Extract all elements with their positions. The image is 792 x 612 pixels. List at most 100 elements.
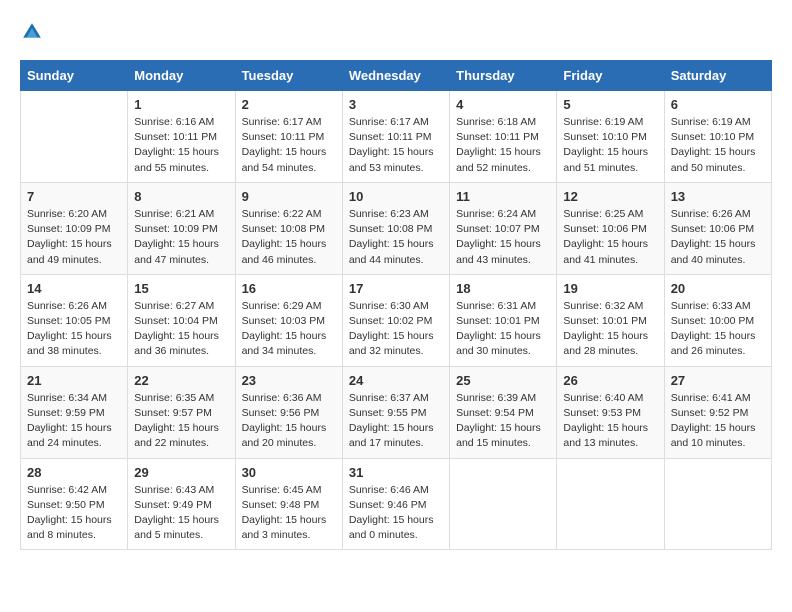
calendar-cell [557, 458, 664, 550]
day-info: Sunrise: 6:41 AM Sunset: 9:52 PM Dayligh… [671, 391, 765, 452]
day-number: 5 [563, 97, 657, 112]
day-number: 6 [671, 97, 765, 112]
calendar-cell: 6Sunrise: 6:19 AM Sunset: 10:10 PM Dayli… [664, 91, 771, 183]
calendar-cell [450, 458, 557, 550]
calendar-cell: 12Sunrise: 6:25 AM Sunset: 10:06 PM Dayl… [557, 182, 664, 274]
day-info: Sunrise: 6:29 AM Sunset: 10:03 PM Daylig… [242, 299, 336, 360]
day-number: 24 [349, 373, 443, 388]
day-info: Sunrise: 6:30 AM Sunset: 10:02 PM Daylig… [349, 299, 443, 360]
weekday-header-sunday: Sunday [21, 61, 128, 91]
day-number: 8 [134, 189, 228, 204]
day-number: 22 [134, 373, 228, 388]
day-number: 25 [456, 373, 550, 388]
weekday-header-row: SundayMondayTuesdayWednesdayThursdayFrid… [21, 61, 772, 91]
day-number: 16 [242, 281, 336, 296]
calendar-cell: 30 Sunrise: 6:45 AM Sunset: 9:48 PM Dayli… [235, 458, 342, 550]
day-info: Sunrise: 6:36 AM Sunset: 9:56 PM Dayligh… [242, 391, 336, 452]
calendar-cell: 8 Sunrise: 6:21 AM Sunset: 10:09 PM Dayli… [128, 182, 235, 274]
calendar-cell: 25 Sunrise: 6:39 AM Sunset: 9:54 PM Dayli… [450, 366, 557, 458]
day-info: Sunrise: 6:45 AM Sunset: 9:48 PM Dayligh… [242, 483, 336, 544]
day-info: Sunrise: 6:18 AM Sunset: 10:11 PM Daylig… [456, 115, 550, 176]
day-info: Sunrise: 6:19 AM Sunset: 10:10 PM Daylig… [563, 115, 657, 176]
day-number: 18 [456, 281, 550, 296]
calendar-cell [21, 91, 128, 183]
day-number: 21 [27, 373, 121, 388]
calendar-cell: 10 Sunrise: 6:23 AM Sunset: 10:08 PM Dayl… [342, 182, 449, 274]
calendar-cell: 18 Sunrise: 6:31 AM Sunset: 10:01 PM Dayl… [450, 274, 557, 366]
calendar-cell: 22 Sunrise: 6:35 AM Sunset: 9:57 PM Dayli… [128, 366, 235, 458]
day-number: 7 [27, 189, 121, 204]
calendar-cell: 3 Sunrise: 6:17 AM Sunset: 10:11 PM Dayli… [342, 91, 449, 183]
logo [20, 20, 48, 44]
day-number: 15 [134, 281, 228, 296]
day-info: Sunrise: 6:20 AM Sunset: 10:09 PM Daylig… [27, 207, 121, 268]
day-info: Sunrise: 6:26 AM Sunset: 10:05 PM Daylig… [27, 299, 121, 360]
calendar-cell: 5 Sunrise: 6:19 AM Sunset: 10:10 PM Dayli… [557, 91, 664, 183]
calendar-week-row: 21 Sunrise: 6:34 AM Sunset: 9:59 PM Dayli… [21, 366, 772, 458]
calendar-cell: 23 Sunrise: 6:36 AM Sunset: 9:56 PM Dayli… [235, 366, 342, 458]
day-info: Sunrise: 6:40 AM Sunset: 9:53 PM Dayligh… [563, 391, 657, 452]
calendar-cell: 24 Sunrise: 6:37 AM Sunset: 9:55 PM Dayli… [342, 366, 449, 458]
calendar-cell: 2 Sunrise: 6:17 AM Sunset: 10:11 PM Dayli… [235, 91, 342, 183]
day-number: 11 [456, 189, 550, 204]
day-number: 13 [671, 189, 765, 204]
calendar-cell: 17 Sunrise: 6:30 AM Sunset: 10:02 PM Dayl… [342, 274, 449, 366]
calendar-week-row: 14 Sunrise: 6:26 AM Sunset: 10:05 PM Dayl… [21, 274, 772, 366]
day-info: Sunrise: 6:24 AM Sunset: 10:07 PM Daylig… [456, 207, 550, 268]
calendar-table: SundayMondayTuesdayWednesdayThursdayFrid… [20, 60, 772, 550]
day-info: Sunrise: 6:34 AM Sunset: 9:59 PM Dayligh… [27, 391, 121, 452]
calendar-cell: 21 Sunrise: 6:34 AM Sunset: 9:59 PM Dayli… [21, 366, 128, 458]
calendar-cell: 16 Sunrise: 6:29 AM Sunset: 10:03 PM Dayl… [235, 274, 342, 366]
calendar-cell: 28Sunrise: 6:42 AM Sunset: 9:50 PM Dayli… [21, 458, 128, 550]
weekday-header-saturday: Saturday [664, 61, 771, 91]
day-info: Sunrise: 6:17 AM Sunset: 10:11 PM Daylig… [242, 115, 336, 176]
day-number: 3 [349, 97, 443, 112]
day-number: 30 [242, 465, 336, 480]
weekday-header-thursday: Thursday [450, 61, 557, 91]
day-info: Sunrise: 6:21 AM Sunset: 10:09 PM Daylig… [134, 207, 228, 268]
day-number: 31 [349, 465, 443, 480]
day-number: 1 [134, 97, 228, 112]
day-number: 10 [349, 189, 443, 204]
day-number: 2 [242, 97, 336, 112]
logo-icon [20, 20, 44, 44]
calendar-cell: 7 Sunrise: 6:20 AM Sunset: 10:09 PM Dayli… [21, 182, 128, 274]
day-number: 14 [27, 281, 121, 296]
calendar-week-row: 28Sunrise: 6:42 AM Sunset: 9:50 PM Dayli… [21, 458, 772, 550]
calendar-cell: 31 Sunrise: 6:46 AM Sunset: 9:46 PM Dayli… [342, 458, 449, 550]
day-number: 29 [134, 465, 228, 480]
day-number: 23 [242, 373, 336, 388]
calendar-cell: 13Sunrise: 6:26 AM Sunset: 10:06 PM Dayl… [664, 182, 771, 274]
day-info: Sunrise: 6:23 AM Sunset: 10:08 PM Daylig… [349, 207, 443, 268]
calendar-week-row: 7 Sunrise: 6:20 AM Sunset: 10:09 PM Dayli… [21, 182, 772, 274]
day-info: Sunrise: 6:43 AM Sunset: 9:49 PM Dayligh… [134, 483, 228, 544]
calendar-cell: 11 Sunrise: 6:24 AM Sunset: 10:07 PM Dayl… [450, 182, 557, 274]
calendar-cell: 4Sunrise: 6:18 AM Sunset: 10:11 PM Dayli… [450, 91, 557, 183]
calendar-cell: 14 Sunrise: 6:26 AM Sunset: 10:05 PM Dayl… [21, 274, 128, 366]
day-number: 27 [671, 373, 765, 388]
day-number: 20 [671, 281, 765, 296]
day-info: Sunrise: 6:32 AM Sunset: 10:01 PM Daylig… [563, 299, 657, 360]
weekday-header-tuesday: Tuesday [235, 61, 342, 91]
day-number: 12 [563, 189, 657, 204]
calendar-cell: 26Sunrise: 6:40 AM Sunset: 9:53 PM Dayli… [557, 366, 664, 458]
day-info: Sunrise: 6:39 AM Sunset: 9:54 PM Dayligh… [456, 391, 550, 452]
calendar-cell: 9 Sunrise: 6:22 AM Sunset: 10:08 PM Dayli… [235, 182, 342, 274]
page-header [20, 20, 772, 44]
calendar-cell: 15 Sunrise: 6:27 AM Sunset: 10:04 PM Dayl… [128, 274, 235, 366]
day-number: 9 [242, 189, 336, 204]
day-info: Sunrise: 6:17 AM Sunset: 10:11 PM Daylig… [349, 115, 443, 176]
day-info: Sunrise: 6:33 AM Sunset: 10:00 PM Daylig… [671, 299, 765, 360]
calendar-cell [664, 458, 771, 550]
day-info: Sunrise: 6:46 AM Sunset: 9:46 PM Dayligh… [349, 483, 443, 544]
day-info: Sunrise: 6:37 AM Sunset: 9:55 PM Dayligh… [349, 391, 443, 452]
day-info: Sunrise: 6:27 AM Sunset: 10:04 PM Daylig… [134, 299, 228, 360]
day-info: Sunrise: 6:22 AM Sunset: 10:08 PM Daylig… [242, 207, 336, 268]
day-info: Sunrise: 6:31 AM Sunset: 10:01 PM Daylig… [456, 299, 550, 360]
day-number: 17 [349, 281, 443, 296]
weekday-header-monday: Monday [128, 61, 235, 91]
weekday-header-wednesday: Wednesday [342, 61, 449, 91]
day-number: 19 [563, 281, 657, 296]
day-info: Sunrise: 6:35 AM Sunset: 9:57 PM Dayligh… [134, 391, 228, 452]
day-info: Sunrise: 6:16 AM Sunset: 10:11 PM Daylig… [134, 115, 228, 176]
